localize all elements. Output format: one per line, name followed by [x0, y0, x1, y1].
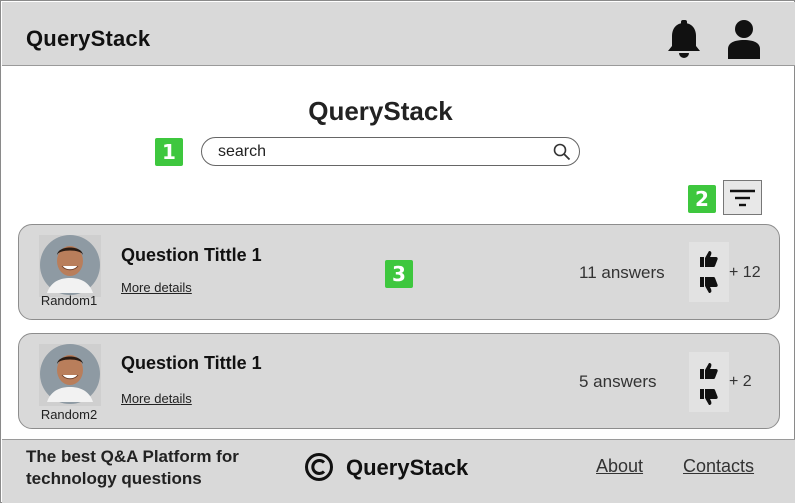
- thumbs-up-icon[interactable]: [700, 250, 718, 268]
- vote-box: [689, 352, 729, 412]
- more-details-link[interactable]: More details: [121, 280, 192, 295]
- search-box[interactable]: [201, 137, 580, 166]
- vote-score: + 2: [729, 373, 752, 390]
- header-brand[interactable]: QueryStack: [26, 26, 150, 52]
- bell-icon[interactable]: [666, 20, 702, 60]
- question-title[interactable]: Question Tittle 1: [121, 353, 262, 374]
- question-title[interactable]: Question Tittle 1: [121, 245, 262, 266]
- contacts-link[interactable]: Contacts: [683, 456, 754, 477]
- copyright-icon: [305, 453, 333, 481]
- thumbs-down-icon[interactable]: [700, 276, 718, 294]
- footer-tagline: The best Q&A Platform for technology que…: [26, 447, 239, 488]
- filter-icon: [730, 189, 755, 207]
- user-icon[interactable]: [725, 19, 763, 59]
- page-title: QueryStack: [308, 96, 453, 126]
- vote-box: [689, 242, 729, 302]
- app-frame: QueryStack QueryStack 1 2: [0, 0, 795, 503]
- answers-count: 5 answers: [579, 372, 657, 391]
- search-icon[interactable]: [553, 143, 571, 161]
- thumbs-down-icon[interactable]: [700, 388, 718, 406]
- avatar[interactable]: [39, 235, 101, 297]
- author-name[interactable]: Random1: [31, 293, 107, 308]
- vote-score: + 12: [729, 264, 761, 281]
- avatar-box: [39, 344, 101, 406]
- question-card[interactable]: Random1 Question Tittle 1 More details 3…: [18, 224, 780, 320]
- top-bar: QueryStack: [2, 2, 795, 66]
- avatar-box: [39, 235, 101, 297]
- search-input[interactable]: [218, 142, 538, 162]
- footer: The best Q&A Platform for technology que…: [2, 439, 795, 503]
- answers-count: 11 answers: [579, 263, 665, 282]
- annotation-badge-2: 2: [688, 185, 716, 213]
- thumbs-up-icon[interactable]: [700, 362, 718, 380]
- author-name[interactable]: Random2: [31, 407, 107, 422]
- filter-button[interactable]: [723, 180, 762, 215]
- annotation-badge-3: 3: [385, 260, 413, 288]
- more-details-link[interactable]: More details: [121, 391, 192, 406]
- question-card[interactable]: Random2 Question Tittle 1 More details 5…: [18, 333, 780, 429]
- annotation-badge-1: 1: [155, 138, 183, 166]
- footer-brand: QueryStack: [346, 455, 469, 480]
- about-link[interactable]: About: [596, 456, 643, 477]
- avatar[interactable]: [39, 344, 101, 406]
